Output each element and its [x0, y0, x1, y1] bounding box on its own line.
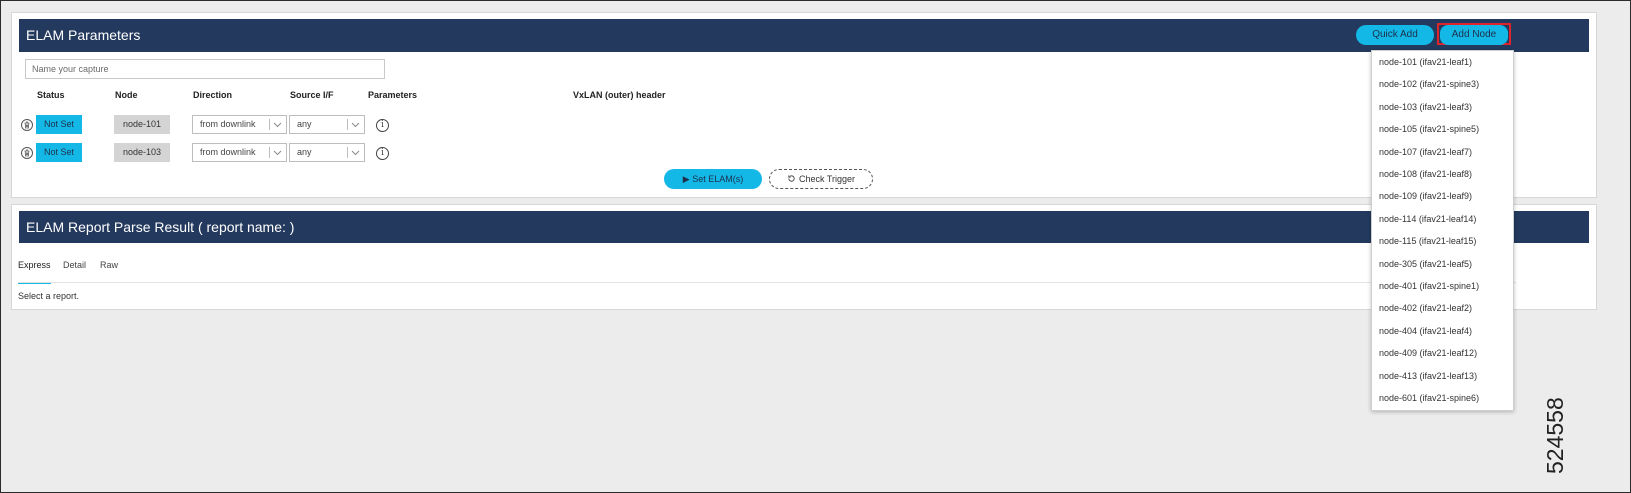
direction-select[interactable]: from downlink: [192, 115, 287, 134]
check-trigger-button[interactable]: Check Trigger: [769, 169, 873, 189]
menu-item[interactable]: node-102 (ifav21-spine3): [1372, 73, 1513, 95]
tab-express[interactable]: Express: [18, 260, 51, 284]
menu-item[interactable]: node-101 (ifav21-leaf1): [1372, 51, 1513, 73]
column-header-parameters: Parameters: [368, 90, 418, 100]
set-elam-button[interactable]: ▶ Set ELAM(s): [664, 169, 762, 189]
figure-id-text: 524558: [1542, 397, 1568, 474]
status-badge: Not Set: [36, 143, 82, 162]
menu-item[interactable]: node-601 (ifav21-spine6): [1372, 387, 1513, 409]
chevron-down-icon: [351, 122, 360, 128]
empty-report-message: Select a report.: [18, 291, 80, 301]
menu-item[interactable]: node-105 (ifav21-spine5): [1372, 118, 1513, 140]
info-icon[interactable]: i: [376, 119, 389, 132]
menu-item[interactable]: node-107 (ifav21-leaf7): [1372, 141, 1513, 163]
menu-item[interactable]: node-109 (ifav21-leaf9): [1372, 185, 1513, 207]
figure-id: 524558: [1538, 298, 1568, 474]
column-header-source-if: Source I/F: [290, 90, 334, 100]
source-if-select[interactable]: any: [289, 143, 365, 162]
tab-divider: [18, 282, 1516, 283]
column-header-node: Node: [115, 90, 138, 100]
report-title: ELAM Report Parse Result ( report name: …: [26, 219, 295, 235]
check-trigger-label: Check Trigger: [798, 174, 856, 184]
info-icon[interactable]: i: [376, 147, 389, 160]
menu-item[interactable]: node-404 (ifav21-leaf4): [1372, 320, 1513, 342]
chevron-down-icon: [273, 150, 282, 156]
column-header-direction: Direction: [193, 90, 233, 100]
direction-select[interactable]: from downlink: [192, 143, 287, 162]
capture-name-input[interactable]: Name your capture: [25, 59, 385, 79]
source-if-value: any: [297, 119, 312, 129]
chevron-down-icon: [351, 150, 360, 156]
table-row: Not Set node-101 from downlink any i: [0, 115, 420, 137]
menu-item[interactable]: node-402 (ifav21-leaf2): [1372, 297, 1513, 319]
status-badge: Not Set: [36, 115, 82, 134]
add-node-button[interactable]: Add Node: [1440, 25, 1508, 45]
direction-value: from downlink: [200, 147, 256, 157]
tab-raw[interactable]: Raw: [100, 260, 118, 282]
source-if-select[interactable]: any: [289, 115, 365, 134]
refresh-icon: [788, 175, 795, 182]
node-badge: node-103: [114, 143, 170, 162]
direction-value: from downlink: [200, 119, 256, 129]
menu-item[interactable]: node-409 (ifav21-leaf12): [1372, 342, 1513, 364]
report-header: ELAM Report Parse Result ( report name: …: [19, 211, 1589, 243]
quick-add-button[interactable]: Quick Add: [1356, 25, 1434, 45]
report-panel: ELAM Report Parse Result ( report name: …: [11, 204, 1597, 310]
trash-icon[interactable]: [21, 119, 33, 131]
menu-item[interactable]: node-108 (ifav21-leaf8): [1372, 163, 1513, 185]
menu-item[interactable]: node-305 (ifav21-leaf5): [1372, 253, 1513, 275]
column-header-status: Status: [37, 90, 65, 100]
menu-item[interactable]: node-103 (ifav21-leaf3): [1372, 96, 1513, 118]
menu-item[interactable]: node-413 (ifav21-leaf13): [1372, 365, 1513, 387]
column-header-vxlan: VxLAN (outer) header: [573, 90, 666, 100]
trash-icon[interactable]: [21, 147, 33, 159]
source-if-value: any: [297, 147, 312, 157]
node-badge: node-101: [114, 115, 170, 134]
menu-item[interactable]: node-115 (ifav21-leaf15): [1372, 230, 1513, 252]
menu-item[interactable]: node-114 (ifav21-leaf14): [1372, 208, 1513, 230]
node-dropdown-menu: node-101 (ifav21-leaf1) node-102 (ifav21…: [1371, 50, 1514, 411]
panel-title: ELAM Parameters: [26, 27, 141, 43]
elam-parameters-header: ELAM Parameters: [19, 19, 1589, 52]
tab-detail[interactable]: Detail: [63, 260, 86, 282]
menu-item[interactable]: node-401 (ifav21-spine1): [1372, 275, 1513, 297]
chevron-down-icon: [273, 122, 282, 128]
table-row: Not Set node-103 from downlink any i: [0, 143, 420, 165]
